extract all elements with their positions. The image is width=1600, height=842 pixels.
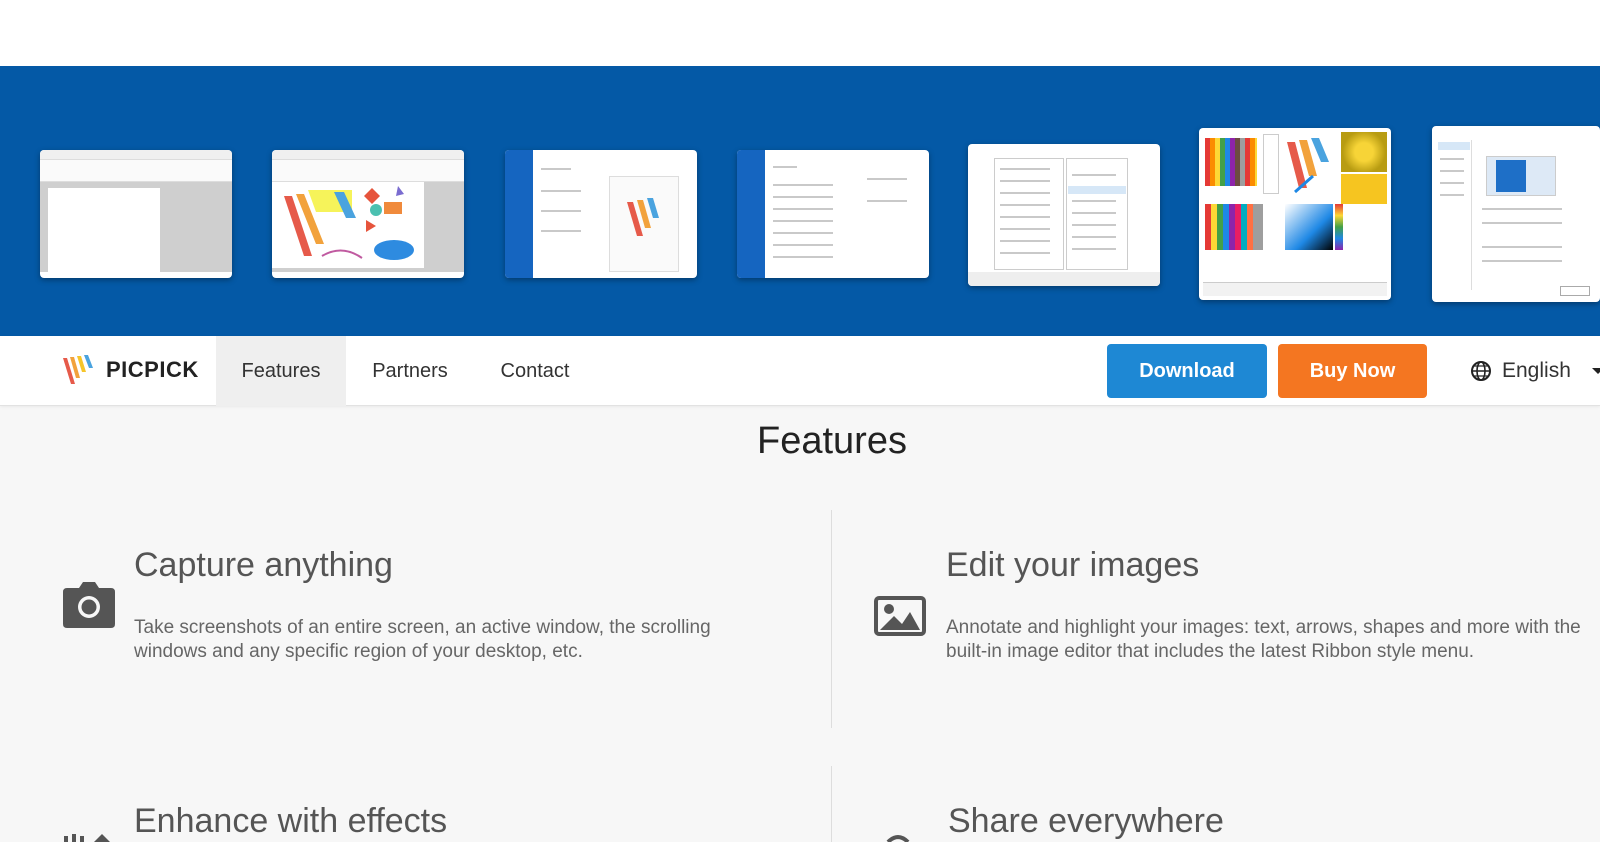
image-icon: [874, 596, 926, 636]
drawing-preview-icon: [272, 182, 424, 268]
carousel-thumb-2[interactable]: [272, 150, 464, 278]
palette-logo-preview-icon: [1283, 136, 1339, 196]
column-divider-bottom: [831, 766, 832, 842]
screenshot-carousel: [0, 66, 1600, 336]
nav-contact[interactable]: Contact: [474, 336, 596, 406]
feature-title: Share everywhere: [948, 802, 1224, 840]
download-button[interactable]: Download: [1107, 344, 1267, 398]
feature-title: Enhance with effects: [134, 802, 448, 840]
brand-name: PICPICK: [106, 357, 199, 382]
carousel-thumb-1[interactable]: [40, 150, 232, 278]
top-spacer: [0, 0, 1600, 66]
effects-icon: [64, 834, 110, 842]
carousel-thumb-3[interactable]: [505, 150, 697, 278]
language-label: English: [1502, 359, 1571, 382]
language-selector[interactable]: English: [1470, 336, 1600, 406]
feature-description: Annotate and highlight your images: text…: [946, 617, 1581, 662]
nav-partners[interactable]: Partners: [346, 336, 474, 406]
column-divider-top: [831, 510, 832, 728]
feature-title: Edit your images: [946, 546, 1200, 584]
picpick-logo-icon: [63, 355, 93, 384]
carousel-thumb-7[interactable]: [1432, 126, 1600, 302]
carousel-thumb-4[interactable]: [737, 150, 929, 278]
brand-logo[interactable]: PICPICK: [62, 354, 199, 386]
feature-description: Take screenshots of an entire screen, an…: [134, 617, 711, 662]
buy-now-button[interactable]: Buy Now: [1278, 344, 1427, 398]
caret-down-icon: [1591, 368, 1600, 374]
share-icon: [886, 835, 910, 842]
feature-title: Capture anything: [134, 546, 393, 584]
section-title: Features: [757, 420, 907, 462]
camera-icon: [63, 582, 115, 628]
nav-features[interactable]: Features: [216, 336, 346, 406]
picpick-logo-preview-icon: [627, 198, 659, 236]
top-navigation-bar: PICPICK Features Partners Contact Downlo…: [0, 336, 1600, 406]
globe-icon: [1471, 361, 1491, 381]
carousel-thumb-6[interactable]: [1199, 128, 1391, 300]
carousel-thumb-5[interactable]: [968, 144, 1160, 286]
